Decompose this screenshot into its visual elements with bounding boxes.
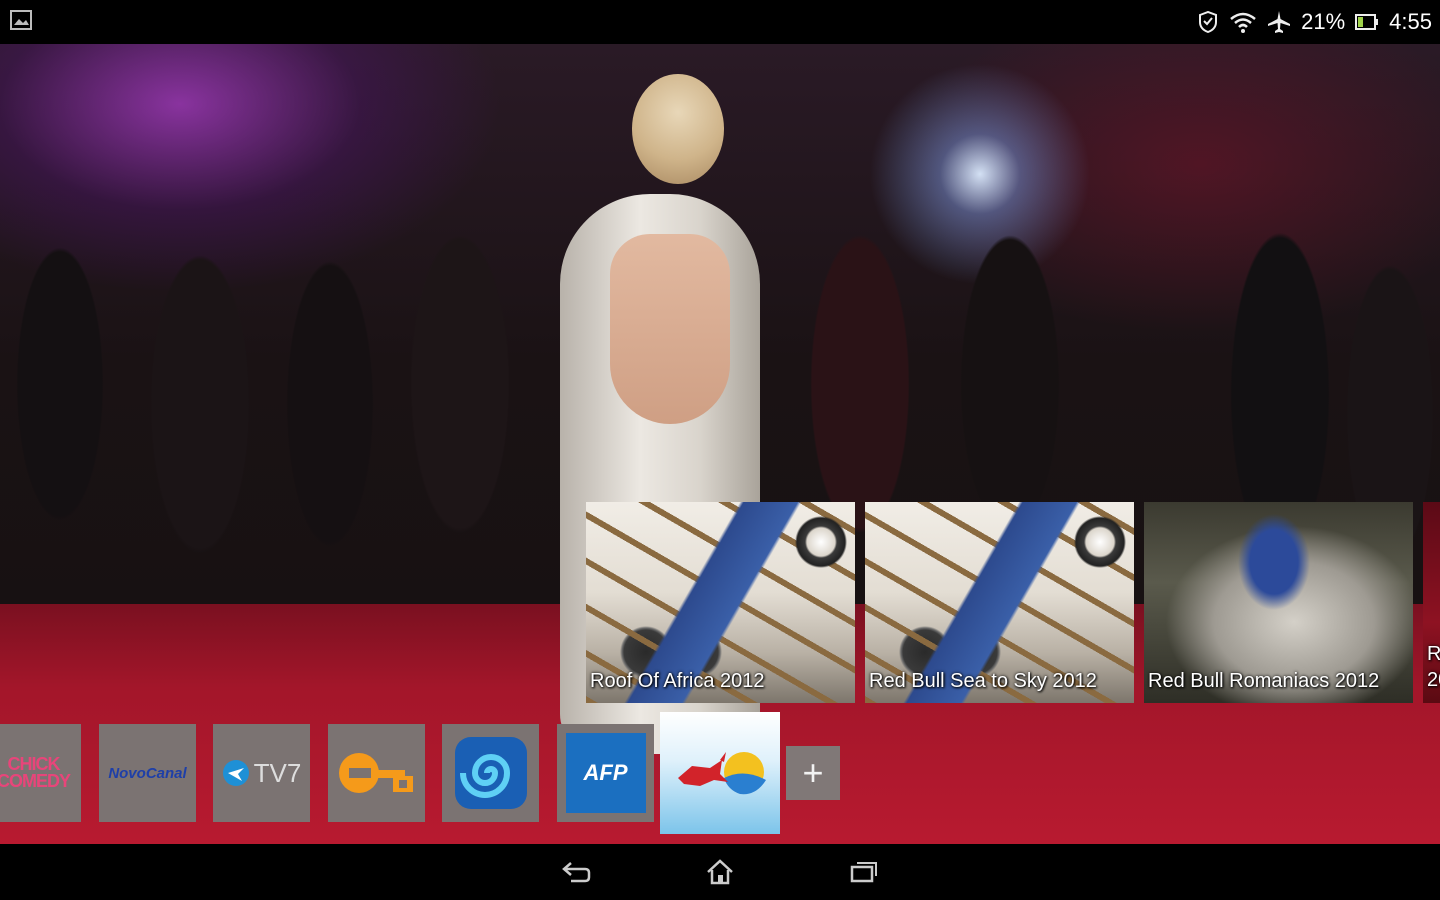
battery-percent: 21%: [1301, 9, 1346, 34]
clock: 4:55: [1389, 9, 1432, 34]
battery-icon: [1355, 13, 1379, 31]
channel-spiral[interactable]: [442, 724, 539, 822]
channel-afp[interactable]: AFP: [557, 724, 654, 822]
channel-etb[interactable]: [328, 724, 425, 822]
recent-apps-button[interactable]: [792, 844, 936, 900]
status-bar: 21% 4:55: [0, 0, 1440, 44]
video-title: R 20: [1427, 643, 1440, 691]
wifi-icon: [1229, 11, 1257, 33]
novo-canal-logo: NovoCanal: [108, 764, 187, 782]
channel-row: CHICK COMEDY NovoCanal TV7 AFP +: [0, 712, 1440, 844]
video-carousel[interactable]: Roof Of Africa 2012 Red Bull Sea to Sky …: [586, 502, 1440, 703]
video-title: Red Bull Romaniacs 2012: [1148, 670, 1380, 692]
woman-head: [632, 74, 724, 184]
afp-logo: AFP: [565, 733, 646, 813]
channel-red-bull-selected[interactable]: [660, 712, 780, 834]
shield-icon: [1197, 11, 1219, 33]
tv7-logo: TV7: [222, 757, 302, 789]
home-button[interactable]: [648, 844, 792, 900]
etb-logo: [338, 753, 413, 793]
video-title: Red Bull Sea to Sky 2012: [869, 670, 1097, 692]
tv7-label: TV7: [253, 757, 302, 788]
video-tile[interactable]: Red Bull Romaniacs 2012: [1144, 502, 1413, 703]
back-icon: [562, 862, 591, 883]
woman-back: [610, 234, 730, 424]
video-title: Roof Of Africa 2012: [590, 670, 765, 692]
channel-chick-comedy[interactable]: CHICK COMEDY: [0, 724, 81, 822]
navigation-bar: [0, 844, 1440, 900]
image-icon: [10, 9, 32, 35]
channel-tv7[interactable]: TV7: [213, 724, 310, 822]
red-bull-logo: [678, 752, 766, 795]
spiral-logo: [454, 737, 527, 809]
back-button[interactable]: [504, 844, 648, 900]
video-tile[interactable]: Roof Of Africa 2012: [586, 502, 855, 703]
chick-comedy-logo: CHICK COMEDY: [0, 754, 71, 791]
home-icon: [707, 859, 733, 885]
afp-label: AFP: [583, 760, 628, 785]
channel-novo-canal[interactable]: NovoCanal: [99, 724, 196, 822]
video-tile-partial[interactable]: R 20: [1423, 502, 1440, 703]
recent-apps-icon: [850, 862, 877, 883]
airplane-icon: [1267, 10, 1291, 34]
video-tile[interactable]: Red Bull Sea to Sky 2012: [865, 502, 1134, 703]
add-channel-button[interactable]: +: [786, 746, 840, 800]
